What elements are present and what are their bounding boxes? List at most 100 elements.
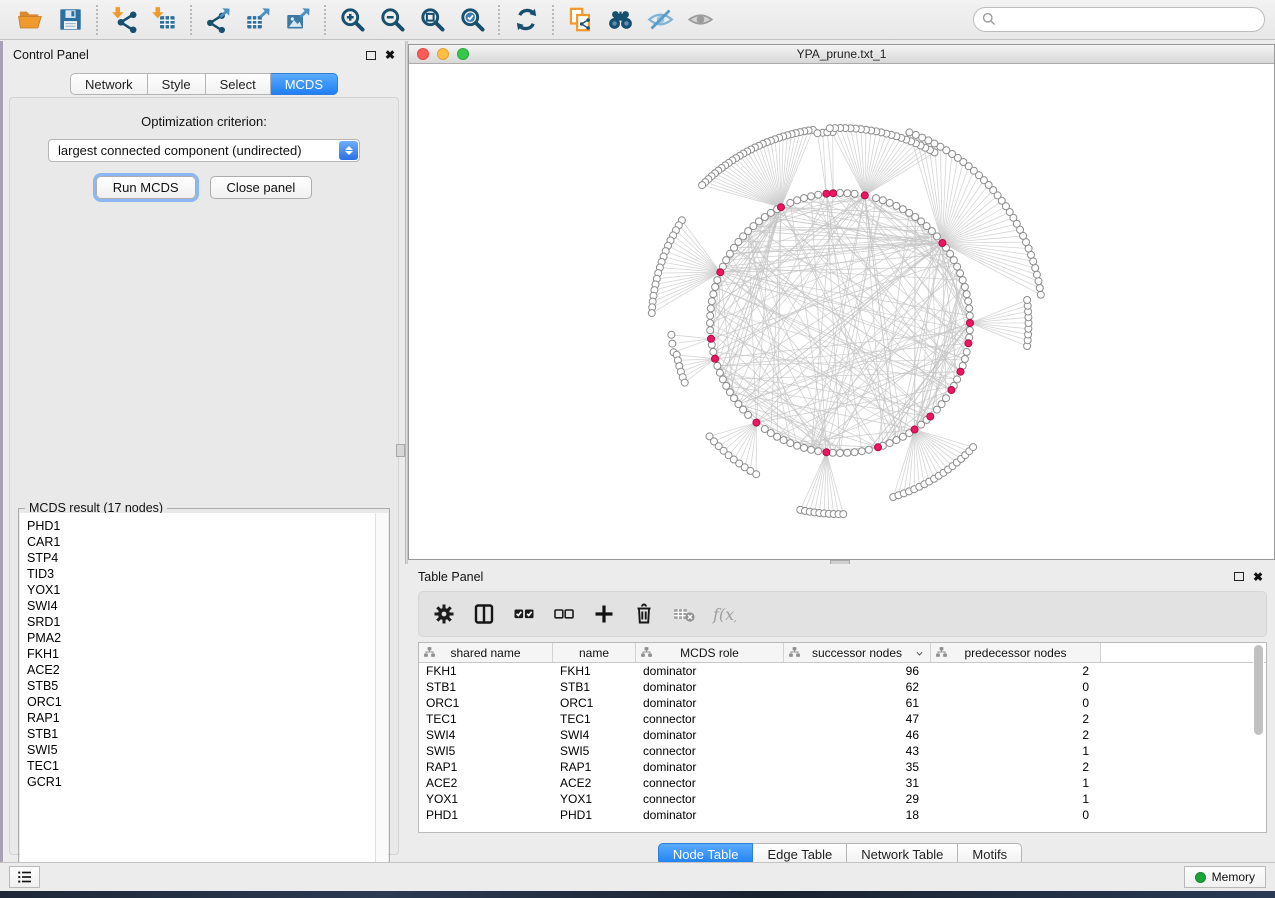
mcds-result-list[interactable]: PHD1CAR1STP4TID3YOX1SWI4SRD1PMA2FKH1ACE2… [20, 513, 375, 878]
mcds-result-item[interactable]: CAR1 [27, 534, 375, 550]
mcds-result-item[interactable]: YOX1 [27, 582, 375, 598]
cell-name: STB1 [553, 679, 636, 695]
hide-details-icon[interactable] [640, 3, 680, 37]
mcds-result-item[interactable]: TID3 [27, 566, 375, 582]
mcds-tab-content: Optimization criterion: largest connecte… [9, 97, 399, 855]
mcds-result-item[interactable]: FKH1 [27, 646, 375, 662]
table-scrollbar[interactable] [1253, 645, 1264, 809]
control-panel: Control Panel ✖ NetworkStyleSelectMCDS O… [3, 41, 405, 862]
table-row[interactable]: FKH1FKH1dominator962 [419, 663, 1266, 679]
tab-network[interactable]: Network [70, 73, 148, 95]
table-row[interactable]: ACE2ACE2connector311 [419, 775, 1266, 791]
control-panel-title: Control Panel [13, 48, 89, 62]
settings-gear-icon[interactable] [429, 597, 459, 631]
network-search-input[interactable] [973, 7, 1265, 32]
import-network-icon[interactable] [104, 3, 144, 37]
select-all-icon[interactable] [509, 597, 539, 631]
column-header-MCDS-role[interactable]: MCDS role [636, 643, 784, 662]
column-type-icon [640, 646, 653, 659]
search-network-icon[interactable] [600, 3, 640, 37]
mcds-result-item[interactable]: ACE2 [27, 662, 375, 678]
main-toolbar [0, 0, 1275, 40]
zoom-selected-icon[interactable] [452, 3, 492, 37]
cell-successor-nodes: 46 [784, 727, 931, 743]
column-type-icon [935, 646, 948, 659]
mcds-result-item[interactable]: TEC1 [27, 758, 375, 774]
cell-MCDS-role: connector [636, 711, 784, 727]
table-row[interactable]: RAP1RAP1dominator352 [419, 759, 1266, 775]
sort-chevron-icon [915, 649, 924, 658]
deselect-all-icon[interactable] [549, 597, 579, 631]
table-row[interactable]: YOX1YOX1connector291 [419, 791, 1266, 807]
open-file-icon[interactable] [10, 3, 50, 37]
table-row[interactable]: TEC1TEC1connector472 [419, 711, 1266, 727]
close-table-panel-icon[interactable]: ✖ [1253, 572, 1263, 582]
mcds-result-item[interactable]: GCR1 [27, 774, 375, 790]
mcds-result-item[interactable]: SWI4 [27, 598, 375, 614]
import-table-icon[interactable] [144, 3, 184, 37]
column-header-predecessor-nodes[interactable]: predecessor nodes [931, 643, 1101, 662]
mcds-result-item[interactable]: PHD1 [27, 518, 375, 534]
cell-successor-nodes: 62 [784, 679, 931, 695]
memory-button[interactable]: Memory [1184, 866, 1266, 888]
toolbar-separator [190, 5, 192, 35]
mcds-result-item[interactable]: SWI5 [27, 742, 375, 758]
table-row[interactable]: ORC1ORC1dominator610 [419, 695, 1266, 711]
table-row[interactable]: PHD1PHD1dominator180 [419, 807, 1266, 823]
toolbar-separator [552, 5, 554, 35]
float-panel-icon[interactable] [366, 51, 376, 60]
close-panel-button[interactable]: Close panel [210, 176, 313, 199]
mcds-result-item[interactable]: ORC1 [27, 694, 375, 710]
network-window-title: YPA_prune.txt_1 [409, 47, 1274, 61]
zoom-out-icon[interactable] [372, 3, 412, 37]
export-network-icon[interactable] [198, 3, 238, 37]
network-window-titlebar[interactable]: YPA_prune.txt_1 [409, 45, 1274, 64]
split-panel-icon[interactable] [469, 597, 499, 631]
add-column-icon[interactable] [589, 597, 619, 631]
run-mcds-button[interactable]: Run MCDS [96, 176, 196, 199]
export-image-icon[interactable] [278, 3, 318, 37]
clone-network-icon[interactable] [560, 3, 600, 37]
zoom-fit-icon[interactable] [412, 3, 452, 37]
node-table: shared namenameMCDS rolesuccessor nodesp… [418, 642, 1267, 833]
task-history-button[interactable] [9, 866, 40, 888]
cell-name: PHD1 [553, 807, 636, 823]
vertical-splitter-handle[interactable] [396, 444, 405, 457]
zoom-in-icon[interactable] [332, 3, 372, 37]
column-header-successor-nodes[interactable]: successor nodes [784, 643, 931, 662]
refresh-layout-icon[interactable] [506, 3, 546, 37]
criterion-select[interactable]: largest connected component (undirected) [48, 139, 360, 162]
table-row[interactable]: STB1STB1dominator620 [419, 679, 1266, 695]
mcds-result-item[interactable]: RAP1 [27, 710, 375, 726]
cell-shared-name: ACE2 [419, 775, 553, 791]
column-header-shared-name[interactable]: shared name [419, 643, 553, 662]
export-table-icon[interactable] [238, 3, 278, 37]
tab-mcds[interactable]: MCDS [271, 73, 338, 95]
mcds-result-item[interactable]: STP4 [27, 550, 375, 566]
tab-style[interactable]: Style [148, 73, 206, 95]
table-row[interactable]: SWI5SWI5connector431 [419, 743, 1266, 759]
table-scrollbar-thumb[interactable] [1254, 645, 1263, 735]
cell-predecessor-nodes: 1 [931, 743, 1101, 759]
network-canvas[interactable] [409, 64, 1274, 559]
cell-name: FKH1 [553, 663, 636, 679]
mcds-result-item[interactable]: PMA2 [27, 630, 375, 646]
network-graph[interactable] [409, 64, 1274, 559]
column-header-name[interactable]: name [553, 643, 636, 662]
mcds-list-scrollbar[interactable] [375, 513, 388, 878]
delete-column-icon[interactable] [629, 597, 659, 631]
cell-shared-name: TEC1 [419, 711, 553, 727]
mcds-result-item[interactable]: STB5 [27, 678, 375, 694]
mcds-result-item[interactable]: SRD1 [27, 614, 375, 630]
cell-MCDS-role: connector [636, 775, 784, 791]
table-toolbar: f(x) [418, 591, 1267, 637]
table-row[interactable]: SWI4SWI4dominator462 [419, 727, 1266, 743]
float-table-panel-icon[interactable] [1234, 572, 1244, 581]
mcds-result-item[interactable]: STB1 [27, 726, 375, 742]
cell-name: TEC1 [553, 711, 636, 727]
tab-select[interactable]: Select [206, 73, 271, 95]
save-session-icon[interactable] [50, 3, 90, 37]
cell-predecessor-nodes: 0 [931, 807, 1101, 823]
column-type-icon [788, 646, 801, 659]
close-panel-icon[interactable]: ✖ [385, 50, 395, 60]
